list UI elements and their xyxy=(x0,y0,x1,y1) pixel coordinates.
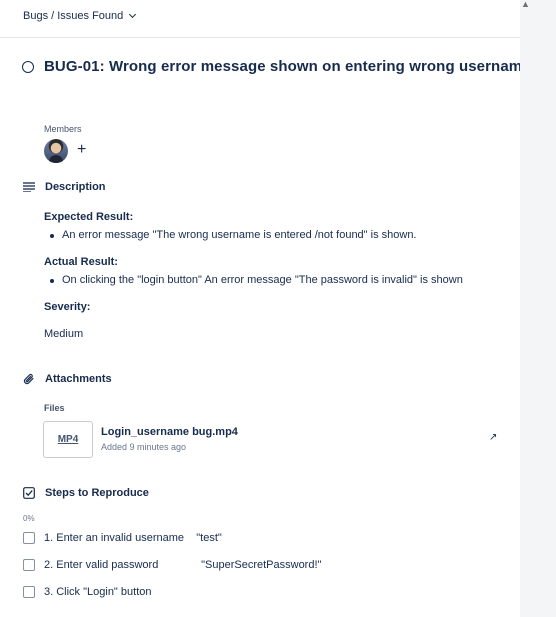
checklist-progress: 0% xyxy=(23,514,35,523)
lines-icon xyxy=(23,181,35,193)
scroll-up-icon[interactable]: ▲ xyxy=(521,0,530,9)
file-type-badge: MP4 xyxy=(57,434,79,445)
files-label: Files xyxy=(44,403,65,413)
checklist-item[interactable]: 3. Click "Login" button xyxy=(23,586,151,598)
checkbox[interactable] xyxy=(23,559,35,571)
card-detail: ▲ Bugs / Issues Found BUG-01: Wrong erro… xyxy=(0,0,556,617)
description-title: Description xyxy=(45,181,106,193)
divider xyxy=(0,37,520,38)
title-area: BUG-01: Wrong error message shown on ent… xyxy=(0,50,520,84)
avatar[interactable] xyxy=(44,139,68,163)
actual-heading: Actual Result: xyxy=(44,256,118,268)
severity-heading: Severity: xyxy=(44,301,91,313)
checklist-title: Steps to Reproduce xyxy=(45,487,149,499)
checklist-item[interactable]: 2. Enter valid password "SuperSecretPass… xyxy=(23,559,321,571)
attachment-thumbnail[interactable]: MP4 xyxy=(43,421,93,458)
expected-item: An error message "The wrong username is … xyxy=(50,229,417,241)
external-link-icon[interactable]: ↗ xyxy=(489,432,497,443)
attachments-title: Attachments xyxy=(45,373,112,385)
attachments-heading: Attachments xyxy=(23,373,112,385)
scrollbar[interactable] xyxy=(520,0,556,617)
checklist-item-text[interactable]: 1. Enter an invalid username "test" xyxy=(44,532,222,544)
checkbox-icon xyxy=(23,487,35,499)
add-member-button[interactable]: + xyxy=(77,142,86,158)
card-title[interactable]: BUG-01: Wrong error message shown on ent… xyxy=(44,58,520,75)
checklist-heading: Steps to Reproduce xyxy=(23,487,149,499)
actual-item: On clicking the "login button" An error … xyxy=(50,274,463,286)
checklist-item-text[interactable]: 3. Click "Login" button xyxy=(44,586,151,598)
circle-icon[interactable] xyxy=(22,60,34,73)
members-label: Members xyxy=(44,124,82,134)
expected-heading: Expected Result: xyxy=(44,211,134,223)
list-name: Bugs / Issues Found xyxy=(23,10,124,22)
checklist-item[interactable]: 1. Enter an invalid username "test" xyxy=(23,532,222,544)
checklist-item-text[interactable]: 2. Enter valid password "SuperSecretPass… xyxy=(44,559,321,571)
paperclip-icon xyxy=(23,373,35,385)
severity-value: Medium xyxy=(44,328,84,340)
list-menu-button[interactable]: Bugs / Issues Found xyxy=(23,10,137,22)
attachment-name[interactable]: Login_username bug.mp4 xyxy=(101,426,238,438)
chevron-down-icon xyxy=(129,10,137,19)
checkbox[interactable] xyxy=(23,532,35,544)
checkbox[interactable] xyxy=(23,586,35,598)
attachment-meta: Added 9 minutes ago xyxy=(101,442,187,452)
description-heading: Description xyxy=(23,181,106,193)
